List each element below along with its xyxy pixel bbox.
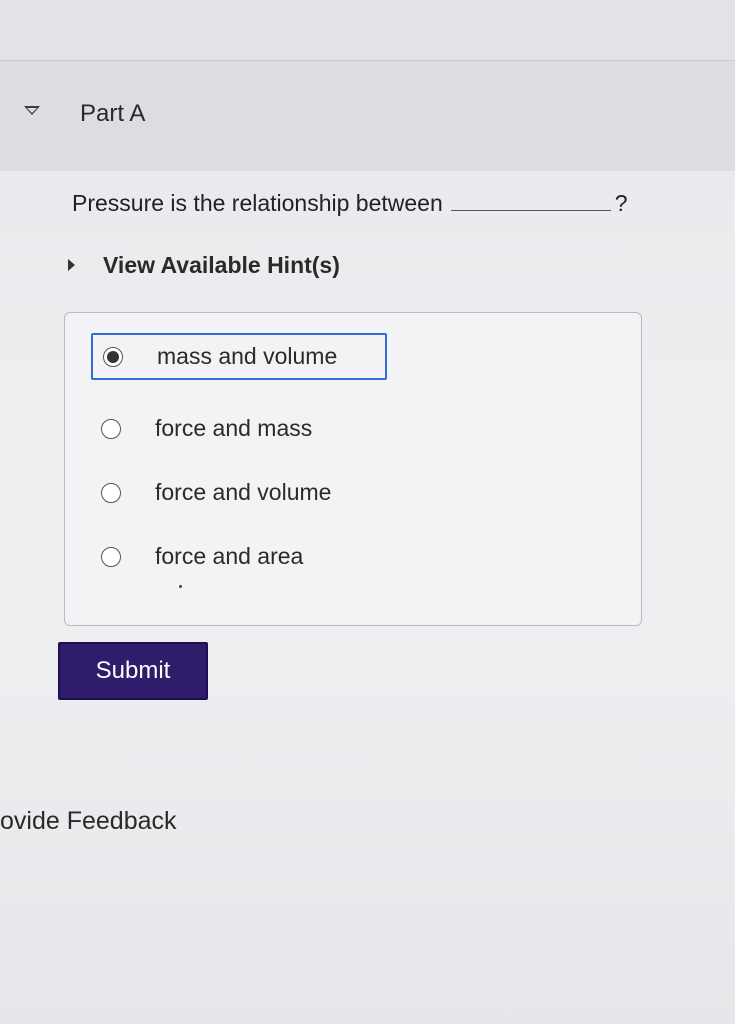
radio-button-icon[interactable] (101, 482, 121, 503)
answer-blank (450, 188, 611, 211)
radio-button-selected-icon[interactable] (103, 346, 123, 367)
question-prompt: Pressure is the relationship between (72, 190, 443, 216)
option-force-and-volume[interactable]: force and volume (101, 479, 331, 506)
option-label: force and area (155, 543, 304, 569)
submit-button[interactable]: Submit (58, 642, 208, 700)
view-hints-label: View Available Hint(s) (103, 252, 340, 278)
view-hints-toggle[interactable]: View Available Hint(s) (68, 252, 340, 279)
answer-options-group: mass and volume force and mass force and… (64, 312, 642, 626)
provide-feedback-link[interactable]: ovide Feedback (0, 807, 177, 836)
radio-button-icon[interactable] (101, 418, 121, 439)
option-mass-and-volume[interactable]: mass and volume (91, 333, 387, 380)
radio-button-icon[interactable] (101, 546, 121, 567)
option-force-and-area[interactable]: force and area (101, 543, 303, 570)
part-title: Part A (80, 100, 146, 127)
option-label: mass and volume (157, 343, 338, 369)
question-text: Pressure is the relationship between? (72, 188, 628, 217)
expand-caret-icon (68, 259, 75, 271)
cursor-dot (179, 585, 182, 588)
option-label: force and mass (155, 415, 313, 441)
collapse-caret-icon[interactable] (24, 106, 40, 115)
option-label: force and volume (155, 479, 332, 505)
option-force-and-mass[interactable]: force and mass (101, 415, 312, 442)
top-strip (0, 0, 735, 60)
question-mark: ? (614, 190, 628, 216)
